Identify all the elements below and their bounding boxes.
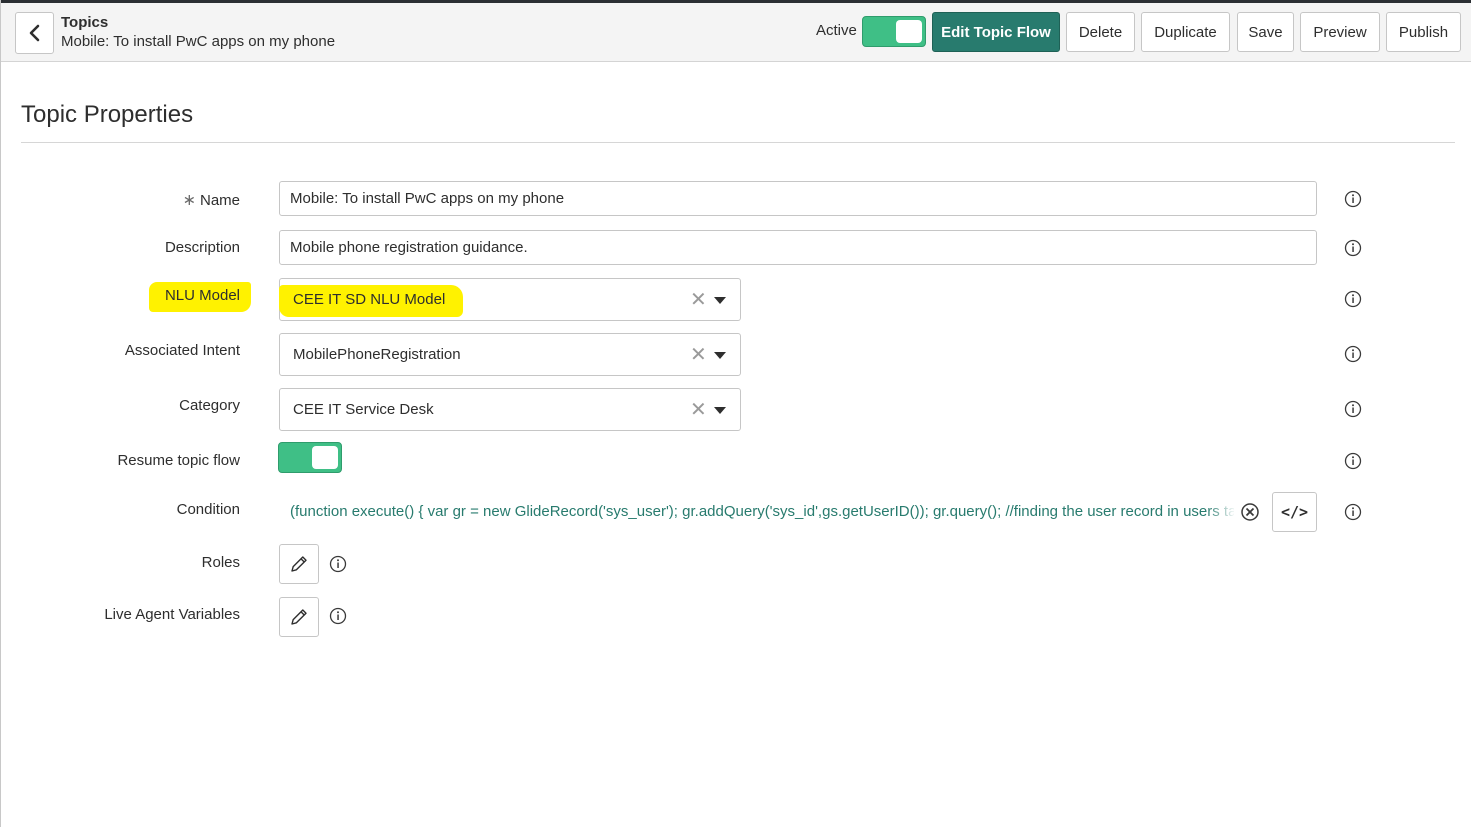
breadcrumb-title[interactable]: Topics [61, 14, 108, 31]
intent-value: MobilePhoneRegistration [293, 346, 461, 363]
nlu-model-label: NLU Model [164, 287, 240, 304]
nlu-model-select[interactable]: CEE IT SD NLU Model ✕ [279, 278, 741, 321]
record-title: Mobile: To install PwC apps on my phone [61, 33, 336, 50]
description-label: Description [164, 239, 240, 256]
close-icon[interactable]: ✕ [690, 345, 707, 365]
info-icon[interactable] [1344, 503, 1362, 521]
condition-script[interactable]: (function execute() { var gr = new Glide… [290, 503, 1234, 523]
name-input[interactable] [279, 181, 1317, 216]
category-value: CEE IT Service Desk [293, 401, 434, 418]
close-icon[interactable]: ✕ [690, 290, 707, 310]
page-header: Topics Mobile: To install PwC apps on my… [1, 3, 1471, 62]
section-title: Topic Properties [21, 101, 194, 128]
category-label: Category [179, 397, 240, 414]
caret-down-icon[interactable] [714, 407, 726, 414]
active-toggle[interactable] [862, 16, 926, 47]
live-agent-label: Live Agent Variables [104, 606, 240, 623]
edit-topic-flow-button[interactable]: Edit Topic Flow [932, 12, 1060, 52]
roles-edit-button[interactable] [279, 544, 319, 584]
description-input[interactable] [279, 230, 1317, 265]
caret-down-icon[interactable] [714, 297, 726, 304]
publish-button[interactable]: Publish [1386, 12, 1461, 52]
chevron-left-icon [29, 24, 39, 42]
live-agent-edit-button[interactable] [279, 597, 319, 637]
category-select[interactable]: CEE IT Service Desk ✕ [279, 388, 741, 431]
info-icon[interactable] [1344, 345, 1362, 363]
section-divider [21, 142, 1455, 143]
info-icon[interactable] [329, 607, 347, 625]
pencil-icon [291, 609, 307, 625]
close-icon[interactable]: ✕ [690, 400, 707, 420]
info-icon[interactable] [1344, 452, 1362, 470]
intent-select[interactable]: MobilePhoneRegistration ✕ [279, 333, 741, 376]
toggle-knob [312, 446, 338, 469]
info-icon[interactable] [329, 555, 347, 573]
info-icon[interactable] [1344, 400, 1362, 418]
required-marker: ∗ [182, 192, 196, 209]
back-button[interactable] [15, 12, 54, 54]
active-label: Active [816, 22, 857, 39]
circle-x-icon[interactable] [1240, 502, 1260, 522]
condition-label: Condition [176, 501, 240, 518]
info-icon[interactable] [1344, 239, 1362, 257]
condition-fade [1206, 501, 1236, 525]
preview-button[interactable]: Preview [1300, 12, 1380, 52]
info-icon[interactable] [1344, 290, 1362, 308]
toggle-knob [896, 20, 922, 43]
info-icon[interactable] [1344, 190, 1362, 208]
caret-down-icon[interactable] [714, 352, 726, 359]
code-editor-button[interactable]: </> [1272, 492, 1317, 532]
intent-label: Associated Intent [124, 342, 240, 359]
save-button[interactable]: Save [1237, 12, 1294, 52]
code-icon: </> [1280, 503, 1309, 521]
resume-flow-label: Resume topic flow [117, 452, 240, 469]
duplicate-button[interactable]: Duplicate [1141, 12, 1230, 52]
resume-flow-toggle[interactable] [278, 442, 342, 473]
roles-label: Roles [201, 554, 240, 571]
delete-button[interactable]: Delete [1066, 12, 1135, 52]
pencil-icon [291, 556, 307, 572]
nlu-model-value: CEE IT SD NLU Model [293, 291, 446, 308]
name-label: ∗ Name [182, 192, 240, 209]
